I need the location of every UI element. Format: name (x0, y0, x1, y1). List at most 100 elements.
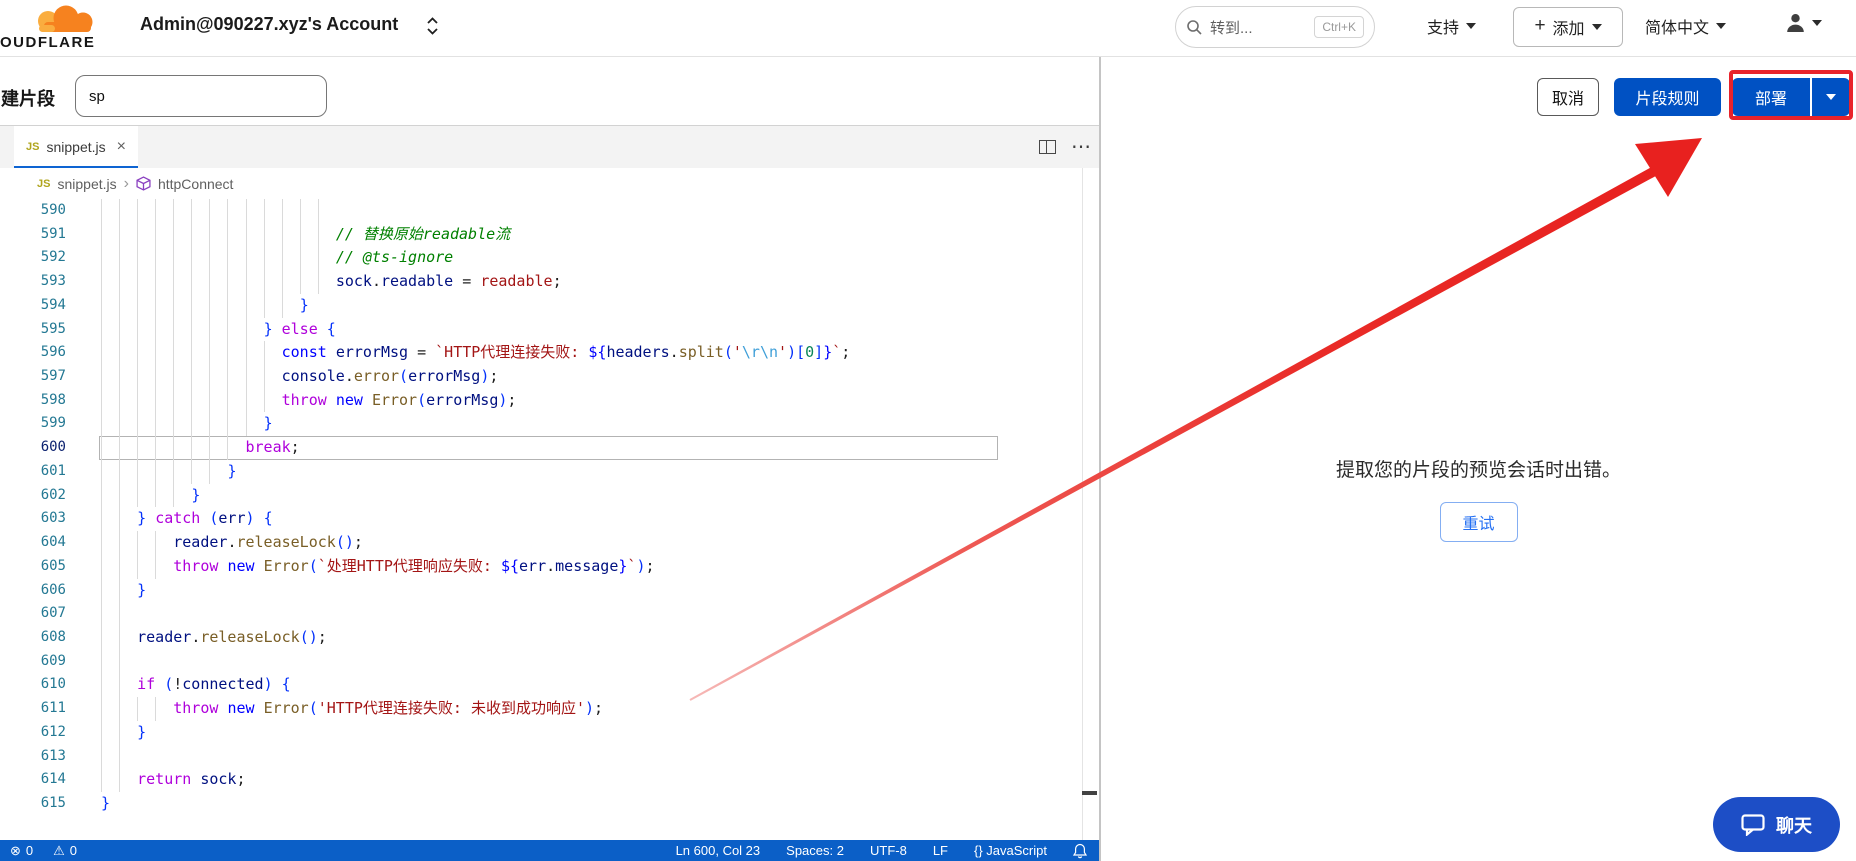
code-line: 606 } (0, 579, 1099, 603)
breadcrumb: JS snippet.js › httpConnect (0, 168, 1099, 199)
indent-guide (101, 745, 102, 769)
line-number: 600 (0, 436, 66, 460)
eol-setting[interactable]: LF (933, 843, 948, 858)
line-number: 604 (0, 531, 66, 555)
line-number: 611 (0, 697, 66, 721)
breadcrumb-file[interactable]: snippet.js (57, 176, 116, 192)
code-line: 601 } (0, 460, 1099, 484)
support-menu[interactable]: 支持 (1427, 14, 1476, 38)
code-line: 614 return sock; (0, 768, 1099, 792)
indent-guide (209, 199, 210, 223)
search-icon (1186, 19, 1202, 35)
account-switcher-icon[interactable] (424, 14, 441, 38)
chevron-down-icon (1812, 20, 1822, 26)
code-line: 598 throw new Error(errorMsg); (0, 389, 1099, 413)
language-menu[interactable]: 简体中文 (1645, 14, 1726, 38)
code-line-text: if (!connected) { (101, 673, 291, 697)
indent-guide (227, 199, 228, 223)
add-button[interactable]: + 添加 (1513, 7, 1623, 47)
code-line-text: } else { (101, 318, 336, 342)
indent-guide (155, 199, 156, 223)
code-line-text: break; (101, 436, 300, 460)
indent-guide (101, 650, 102, 674)
problems-indicator[interactable]: ⊗ 0 ⚠ 0 (10, 843, 77, 859)
code-line-text: throw new Error(`处理HTTP代理响应失败: ${err.mes… (101, 555, 655, 579)
split-editor-icon[interactable] (1039, 140, 1056, 154)
line-number: 610 (0, 673, 66, 697)
code-editor[interactable]: 590591 // 替换原始readable流592 // @ts-ignore… (0, 199, 1099, 833)
indent-guide (119, 745, 120, 769)
line-number: 613 (0, 745, 66, 769)
tab-snippet-js[interactable]: JS snippet.js × (14, 126, 138, 168)
chevron-down-icon (1716, 23, 1726, 29)
line-number: 592 (0, 246, 66, 270)
chevron-down-icon (1826, 94, 1836, 100)
method-symbol-icon (136, 176, 151, 191)
deploy-dropdown-button[interactable] (1810, 78, 1850, 116)
code-line-text: } (101, 484, 200, 508)
code-line-text: } (101, 412, 273, 436)
line-number: 597 (0, 365, 66, 389)
code-line: 592 // @ts-ignore (0, 246, 1099, 270)
deploy-split-button: 部署 (1732, 78, 1850, 116)
editor-scrollbar-track[interactable] (1082, 168, 1083, 840)
language-mode[interactable]: {} JavaScript (974, 843, 1047, 858)
line-number: 591 (0, 223, 66, 247)
cursor-position[interactable]: Ln 600, Col 23 (676, 843, 761, 858)
code-line: 609 (0, 650, 1099, 674)
javascript-file-icon: JS (37, 178, 50, 190)
account-title: Admin@090227.xyz's Account (140, 14, 398, 35)
code-line-text: } (101, 294, 309, 318)
code-line-text: reader.releaseLock(); (101, 626, 327, 650)
snippet-name-input[interactable] (75, 75, 327, 117)
indent-guide (137, 199, 138, 223)
line-number: 601 (0, 460, 66, 484)
code-line-text: // 替换原始readable流 (101, 223, 510, 247)
breadcrumb-symbol[interactable]: httpConnect (158, 176, 234, 192)
line-number: 596 (0, 341, 66, 365)
indent-guide (300, 199, 301, 223)
line-number: 612 (0, 721, 66, 745)
editor-tab-strip: JS snippet.js × ⋯ (0, 125, 1099, 168)
editor-scrollbar-thumb[interactable] (1082, 791, 1097, 795)
toolbar-buttons: 取消 片段规则 部署 (1537, 78, 1850, 116)
encoding-setting[interactable]: UTF-8 (870, 843, 907, 858)
close-tab-icon[interactable]: × (117, 138, 126, 156)
warnings-count: 0 (70, 843, 77, 858)
cloudflare-logo[interactable]: OUDFLARE (0, 3, 120, 55)
status-bar-right: Ln 600, Col 23 Spaces: 2 UTF-8 LF {} Jav… (676, 843, 1087, 859)
indent-guide (191, 199, 192, 223)
line-number: 605 (0, 555, 66, 579)
line-number: 598 (0, 389, 66, 413)
indent-guide (119, 650, 120, 674)
more-actions-icon[interactable]: ⋯ (1071, 141, 1091, 153)
global-search[interactable]: 转到... Ctrl+K (1175, 6, 1375, 48)
deploy-button[interactable]: 部署 (1732, 78, 1810, 116)
retry-button[interactable]: 重试 (1440, 502, 1518, 542)
account-user-menu[interactable] (1785, 12, 1822, 33)
snippet-rules-button[interactable]: 片段规则 (1614, 78, 1721, 116)
code-line: 604 reader.releaseLock(); (0, 531, 1099, 555)
line-number: 595 (0, 318, 66, 342)
chat-button[interactable]: 聊天 (1713, 797, 1840, 852)
code-line-text: reader.releaseLock(); (101, 531, 363, 555)
line-number: 615 (0, 792, 66, 816)
line-number: 590 (0, 199, 66, 223)
top-header: OUDFLARE Admin@090227.xyz's Account 转到..… (0, 0, 1856, 57)
errors-icon: ⊗ (10, 843, 21, 859)
code-line: 594 } (0, 294, 1099, 318)
indentation-setting[interactable]: Spaces: 2 (786, 843, 844, 858)
plus-icon: + (1534, 15, 1545, 37)
tab-filename: snippet.js (46, 139, 105, 155)
code-line-text: console.error(errorMsg); (101, 365, 498, 389)
preview-panel: 提取您的片段的预览会话时出错。 重试 (1101, 124, 1856, 861)
code-line-text: } (101, 721, 146, 745)
cancel-button[interactable]: 取消 (1537, 78, 1599, 116)
language-label: 简体中文 (1645, 14, 1709, 38)
bell-icon[interactable] (1073, 843, 1087, 859)
chevron-down-icon (1466, 23, 1476, 29)
chevron-down-icon (1592, 24, 1602, 30)
code-line-text: // @ts-ignore (101, 246, 453, 270)
warnings-icon: ⚠ (53, 843, 65, 859)
breadcrumb-separator: › (124, 175, 129, 193)
